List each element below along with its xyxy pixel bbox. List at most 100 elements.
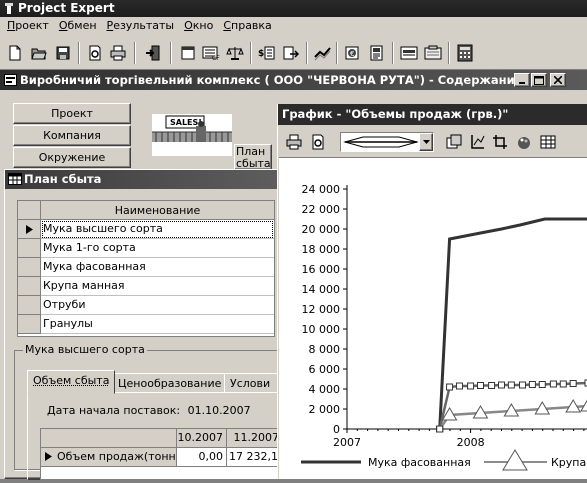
data-point [518, 381, 526, 389]
data-point [436, 425, 444, 433]
volume-cell[interactable]: 0,00 [177, 448, 227, 467]
data-point [549, 380, 557, 388]
data-point [580, 399, 587, 412]
product-row[interactable]: Мука высшего сорта [18, 220, 274, 239]
data-point [507, 381, 515, 389]
tab-conditions[interactable]: Услови [224, 373, 284, 393]
document-title-bar[interactable]: Виробничий торгівельний комплекс ( ООО "… [0, 70, 587, 90]
product-row[interactable]: Мука фасованная [18, 258, 274, 277]
svg-text:CF: CF [212, 55, 220, 61]
calculator-icon[interactable] [454, 42, 476, 64]
svg-text:€: € [350, 50, 354, 58]
main-toolbar: CF $ € [0, 36, 587, 70]
chart-title-bar[interactable]: График - "Объемы продаж (грв.)" [278, 104, 587, 125]
table-icon [8, 173, 22, 185]
data-point [497, 381, 505, 389]
legend-marker [502, 449, 528, 471]
y-tick-label: 16 000 [302, 263, 341, 276]
tab-pricing[interactable]: Ценообразование [112, 373, 228, 393]
sales-plan-label[interactable]: План сбыта [234, 144, 272, 170]
y-tick-label: 2 000 [309, 403, 341, 416]
sales-plan-title: План сбыта [24, 172, 102, 186]
app-icon [3, 2, 15, 15]
chart-window: График - "Объемы продаж (грв.)" 0 2 000 4 … [277, 104, 587, 479]
x-tick-label: 2007 [333, 436, 361, 449]
finance-icon[interactable]: € [342, 42, 364, 64]
y-tick-label: 18 000 [302, 243, 341, 256]
data-point [455, 382, 463, 390]
maximize-icon[interactable] [531, 73, 547, 87]
minimize-icon[interactable] [514, 73, 530, 87]
sales-plan-title-bar[interactable]: План сбыта [5, 170, 281, 189]
form-icon[interactable] [422, 42, 444, 64]
layout-icon[interactable] [398, 42, 420, 64]
products-grid-header: Наименование [18, 201, 274, 220]
document-icon[interactable] [366, 42, 388, 64]
row-pointer-icon [45, 452, 52, 461]
print-icon[interactable] [284, 132, 304, 152]
menu-help[interactable]: Справка [218, 17, 276, 36]
chevron-down-icon[interactable] [419, 133, 433, 151]
y-tick-label: 22 000 [302, 203, 341, 216]
nav-project-button[interactable]: Проект [13, 103, 131, 124]
open-folder-icon[interactable] [28, 42, 50, 64]
axis-icon[interactable] [467, 132, 487, 152]
preview-icon[interactable] [84, 42, 106, 64]
color-icon[interactable] [514, 132, 534, 152]
volume-grid: 10.2007 11.2007 Объем продаж(тонн) 0,00 … [40, 428, 283, 480]
delivery-start-value[interactable]: 01.10.2007 [188, 404, 251, 417]
svg-text:$: $ [258, 49, 264, 59]
line-style-dropdown[interactable] [340, 132, 434, 152]
tab-sales-volume[interactable]: Объем сбыта [27, 370, 116, 394]
column-header-name[interactable]: Наименование [41, 201, 274, 220]
data-point [476, 382, 484, 389]
new-file-icon[interactable] [4, 42, 26, 64]
table-icon[interactable] [538, 132, 558, 152]
data-point [467, 382, 475, 390]
legend-label: Мука фасованная [368, 456, 471, 469]
data-point [559, 380, 567, 388]
volume-cell[interactable]: 17 232,14 [227, 448, 283, 467]
export-icon[interactable] [280, 42, 302, 64]
app-title-bar: Project Expert [0, 0, 587, 17]
print-icon[interactable] [107, 42, 129, 64]
balance-icon[interactable] [224, 42, 246, 64]
y-tick-label: 20 000 [302, 223, 341, 236]
data-point [528, 381, 536, 388]
close-icon[interactable] [550, 73, 566, 87]
gallery-icon[interactable] [444, 132, 464, 152]
y-tick-label: 8 000 [309, 343, 341, 356]
product-row[interactable]: Мука 1-го сорта [18, 239, 274, 258]
data-point [446, 383, 454, 391]
nav-environment-button[interactable]: Окружение [13, 147, 131, 168]
menu-project[interactable]: Проект [2, 17, 54, 36]
exit-icon[interactable] [142, 42, 164, 64]
chart-area: 0 2 000 4 000 6 000 8 000 10 000 12 000 14 000 1… [279, 157, 587, 479]
product-detail-group-label: Мука высшего сорта [23, 343, 147, 356]
menu-exchange[interactable]: Обмен [54, 17, 102, 36]
sales-plan-icon[interactable]: SALES! [152, 114, 232, 156]
window-icon[interactable] [177, 42, 199, 64]
cashflow-icon[interactable]: CF [200, 42, 222, 64]
menu-results[interactable]: Результаты [102, 17, 180, 36]
y-tick-label: 12 000 [302, 303, 341, 316]
series-line [438, 381, 587, 430]
save-icon[interactable] [52, 42, 74, 64]
product-row[interactable]: Крупа манная [18, 277, 274, 296]
y-tick-label: 10 000 [302, 323, 341, 336]
crop-icon[interactable] [490, 132, 510, 152]
column-header-month[interactable]: 10.2007 [177, 429, 227, 448]
menu-window[interactable]: Окно [179, 17, 218, 36]
report-icon[interactable]: $ [256, 42, 278, 64]
preview-icon[interactable] [308, 132, 328, 152]
sales-chart: 0 2 000 4 000 6 000 8 000 10 000 12 000 14 000 1… [301, 183, 587, 471]
sales-plan-window: План сбыта Наименование Мука высшего сор… [4, 169, 284, 480]
column-header-month[interactable]: 11.2007 [227, 429, 283, 448]
y-tick-label: 14 000 [302, 283, 341, 296]
app-title: Project Expert [18, 1, 115, 15]
nav-company-button[interactable]: Компания [13, 125, 131, 146]
product-row[interactable]: Отруби [18, 296, 274, 315]
product-row[interactable]: Гранулы [18, 315, 274, 334]
trend-icon[interactable] [312, 42, 334, 64]
y-tick-label: 6 000 [309, 363, 341, 376]
